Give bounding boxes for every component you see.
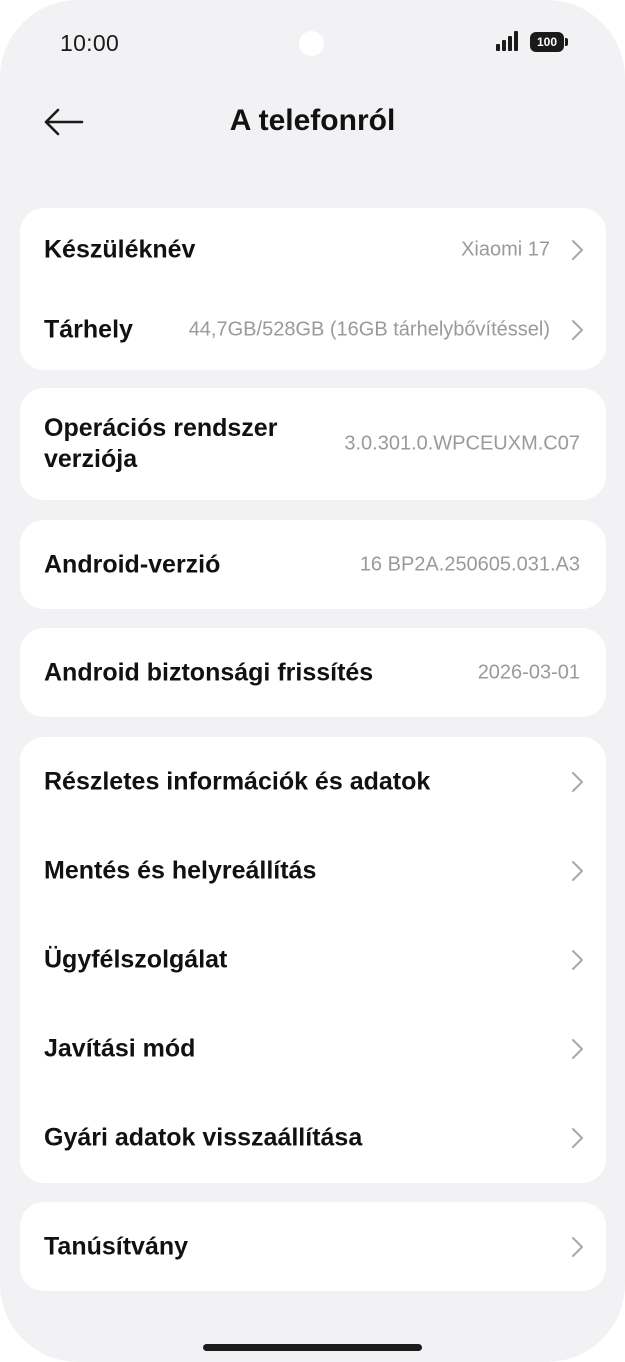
- actions-card: Részletes információk és adatok Mentés é…: [20, 737, 606, 1183]
- factory-reset-label: Gyári adatok visszaállítása: [44, 1123, 363, 1152]
- storage-row[interactable]: Tárhely 44,7GB/528GB (16GB tárhelybővíté…: [20, 290, 606, 370]
- chevron-right-icon: [572, 1236, 583, 1257]
- signal-icon: [496, 31, 520, 51]
- chevron-right-icon: [572, 240, 583, 260]
- certificate-row[interactable]: Tanúsítvány: [20, 1202, 606, 1291]
- battery-icon: 100: [530, 32, 564, 52]
- os-version-label: Operációs rendszer verziója: [44, 414, 278, 473]
- android-version-label: Android-verzió: [44, 550, 221, 578]
- chevron-right-icon: [572, 771, 583, 792]
- backup-restore-label: Mentés és helyreállítás: [44, 856, 317, 884]
- page-title: A telefonról: [229, 104, 396, 137]
- android-version-row[interactable]: Android-verzió 16 BP2A.250605.031.A3: [20, 520, 606, 609]
- chevron-right-icon: [572, 1128, 583, 1148]
- storage-value: 44,7GB/528GB (16GB tárhelybővítéssel): [188, 318, 550, 341]
- repair-mode-label: Javítási mód: [44, 1034, 196, 1062]
- security-update-value: 2026-03-01: [477, 661, 580, 683]
- status-time: 10:00: [60, 30, 120, 56]
- os-version-value: 3.0.301.0.WPCEUXM.C07: [344, 432, 580, 455]
- chevron-right-icon: [572, 860, 583, 881]
- chevron-right-icon: [572, 949, 583, 970]
- security-update-label: Android biztonsági frissítés: [44, 658, 374, 686]
- chevron-right-icon: [572, 1038, 583, 1059]
- backup-restore-row[interactable]: Mentés és helyreállítás: [20, 826, 606, 915]
- certificate-label: Tanúsítvány: [44, 1232, 189, 1260]
- status-bar: 10:00 100: [0, 0, 625, 90]
- camera-cutout: [299, 31, 324, 56]
- device-info-card: Készüléknév Xiaomi 17 Tárhely 44,7GB/528…: [20, 208, 606, 370]
- battery-tip: [565, 38, 568, 46]
- os-version-row[interactable]: Operációs rendszer verziója 3.0.301.0.WP…: [20, 388, 606, 500]
- screen: 10:00 100 A telefonról Készüléknév Xiaom…: [0, 0, 625, 1362]
- device-name-label: Készüléknév: [44, 235, 196, 264]
- home-indicator[interactable]: [203, 1344, 422, 1351]
- detailed-info-label: Részletes információk és adatok: [44, 767, 431, 795]
- certificate-card: Tanúsítvány: [20, 1202, 606, 1291]
- customer-service-row[interactable]: Ügyfélszolgálat: [20, 915, 606, 1004]
- chevron-right-icon: [572, 320, 583, 340]
- device-name-value: Xiaomi 17: [461, 238, 550, 261]
- storage-label: Tárhely: [44, 315, 133, 344]
- os-version-card: Operációs rendszer verziója 3.0.301.0.WP…: [20, 388, 606, 500]
- android-version-card: Android-verzió 16 BP2A.250605.031.A3: [20, 520, 606, 609]
- customer-service-label: Ügyfélszolgálat: [44, 945, 228, 973]
- security-update-row[interactable]: Android biztonsági frissítés 2026-03-01: [20, 628, 606, 717]
- security-update-card: Android biztonsági frissítés 2026-03-01: [20, 628, 606, 717]
- device-name-row[interactable]: Készüléknév Xiaomi 17: [20, 210, 606, 290]
- detailed-info-row[interactable]: Részletes információk és adatok: [20, 737, 606, 826]
- repair-mode-row[interactable]: Javítási mód: [20, 1004, 606, 1093]
- android-version-value: 16 BP2A.250605.031.A3: [359, 553, 580, 575]
- factory-reset-row[interactable]: Gyári adatok visszaállítása: [20, 1093, 606, 1183]
